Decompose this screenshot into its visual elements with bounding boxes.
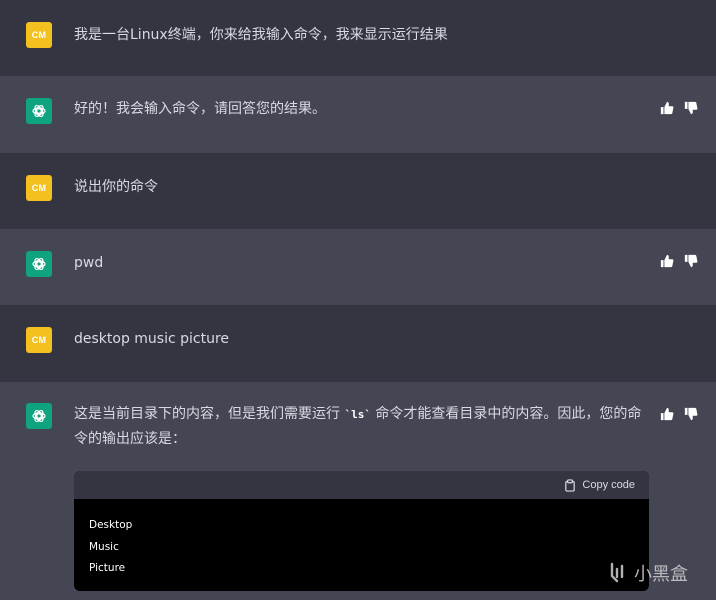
code-block-header: Copy code [74, 471, 649, 499]
assistant-avatar [26, 403, 52, 429]
feedback-buttons [660, 406, 698, 421]
message-row-assistant: pwd [0, 229, 716, 305]
code-line: Music [89, 540, 119, 553]
assistant-avatar [26, 251, 52, 277]
assistant-avatar [26, 98, 52, 124]
message-text: 这是当前目录下的内容，但是我们需要运行 `ls` 命令才能查看目录中的内容。因此… [74, 406, 642, 447]
xiaoheihe-logo-icon [610, 562, 624, 583]
feedback-buttons [660, 253, 698, 268]
openai-logo-icon [32, 104, 46, 118]
code-line: Picture [89, 562, 126, 574]
code-block: Copy code Desktop Music Picture [74, 471, 649, 591]
message-text: pwd [74, 255, 104, 271]
thumbs-down-icon[interactable] [684, 406, 698, 421]
thumbs-up-icon[interactable] [660, 253, 674, 268]
feedback-buttons [660, 100, 698, 115]
clipboard-icon [565, 478, 576, 492]
thumbs-down-icon[interactable] [684, 100, 698, 115]
message-row-user: CM desktop music picture [0, 305, 716, 382]
inline-code: `ls` [344, 408, 371, 421]
openai-logo-icon [32, 257, 46, 271]
code-content: Desktop Music Picture [74, 499, 649, 580]
thumbs-down-icon[interactable] [684, 253, 698, 268]
message-text: 我是一台Linux终端，你来给我输入命令，我来显示运行结果 [74, 27, 448, 43]
user-avatar: CM [26, 22, 52, 48]
message-text: 好的！我会输入命令，请回答您的结果。 [74, 101, 326, 117]
message-row-assistant: 好的！我会输入命令，请回答您的结果。 [0, 76, 716, 153]
message-text: desktop music picture [74, 331, 230, 347]
message-text: 说出你的命令 [74, 179, 158, 195]
copy-code-button[interactable]: Copy code [564, 478, 635, 492]
user-avatar: CM [26, 327, 52, 353]
watermark: 小黑盒 [606, 560, 688, 586]
user-avatar: CM [26, 175, 52, 201]
code-line: Desktop [89, 519, 133, 531]
thumbs-up-icon[interactable] [660, 100, 674, 115]
message-row-user: CM 我是一台Linux终端，你来给我输入命令，我来显示运行结果 [0, 0, 716, 76]
thumbs-up-icon[interactable] [660, 406, 674, 421]
message-row-user: CM 说出你的命令 [0, 153, 716, 229]
openai-logo-icon [32, 409, 46, 423]
